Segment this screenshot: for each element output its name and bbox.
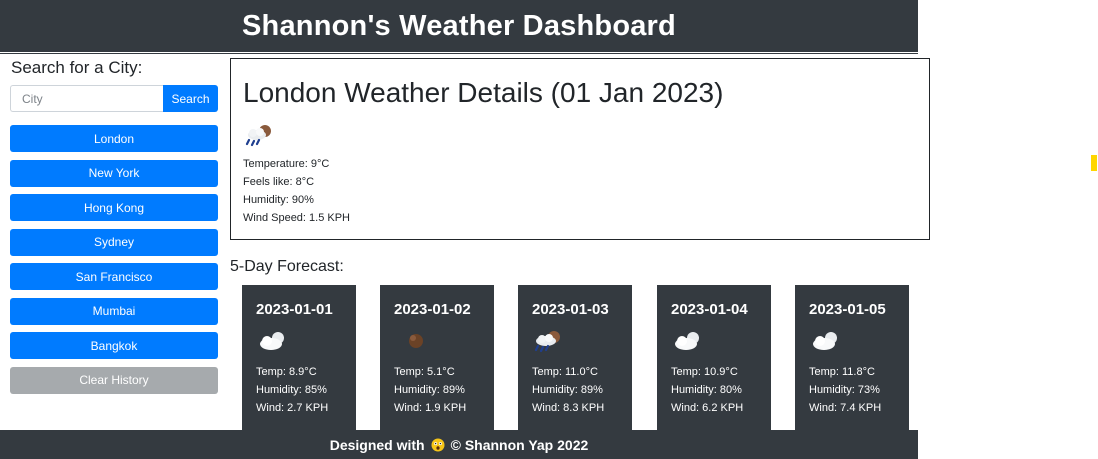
history-button-mumbai[interactable]: Mumbai xyxy=(10,297,218,325)
yellow-marker xyxy=(1091,155,1097,171)
city-search-input[interactable] xyxy=(10,85,163,112)
forecast-date: 2023-01-02 xyxy=(394,301,471,318)
forecast-humidity: Humidity: 85% xyxy=(256,384,327,396)
forecast-date: 2023-01-01 xyxy=(256,301,333,318)
forecast-humidity: Humidity: 89% xyxy=(394,384,465,396)
history-button-sydney[interactable]: Sydney xyxy=(10,228,218,256)
current-weather-panel: London Weather Details (01 Jan 2023) Tem… xyxy=(230,58,930,240)
sidebar: Search for a City: Search London New Yor… xyxy=(10,58,218,401)
current-weather-title: London Weather Details (01 Jan 2023) xyxy=(243,77,724,108)
history-button-new-york[interactable]: New York xyxy=(10,159,218,187)
feels-like-text: Feels like: 8°C xyxy=(243,176,315,188)
header-divider xyxy=(0,53,918,54)
forecast-wind: Wind: 1.9 KPH xyxy=(394,402,467,414)
forecast-stats: Temp: 8.9°C Humidity: 85% Wind: 2.7 KPH xyxy=(256,363,328,417)
cloud-icon xyxy=(809,329,843,353)
history-button-bangkok[interactable]: Bangkok xyxy=(10,332,218,359)
forecast-date: 2023-01-05 xyxy=(809,301,886,318)
forecast-humidity: Humidity: 73% xyxy=(809,384,880,396)
forecast-date: 2023-01-03 xyxy=(532,301,609,318)
forecast-heading: 5-Day Forecast: xyxy=(230,258,344,275)
forecast-temp: Temp: 8.9°C xyxy=(256,366,317,378)
search-form: Search xyxy=(10,85,218,112)
forecast-temp: Temp: 5.1°C xyxy=(394,366,455,378)
cloud-icon xyxy=(671,329,705,353)
forecast-card: 2023-01-05 Temp: 11.8°C Humidity: 73% Wi… xyxy=(795,285,909,430)
forecast-stats: Temp: 11.8°C Humidity: 73% Wind: 7.4 KPH xyxy=(809,363,881,417)
search-button[interactable]: Search xyxy=(163,85,218,112)
forecast-card: 2023-01-03 Temp: 11.0°C Humidity: 89% Wi… xyxy=(518,285,632,430)
brown-cloud-icon xyxy=(394,329,428,353)
rain-cloud-icon xyxy=(532,329,566,353)
rain-cloud-icon xyxy=(243,123,277,149)
footer-prefix: Designed with xyxy=(329,436,425,453)
forecast-humidity: Humidity: 89% xyxy=(532,384,603,396)
forecast-humidity: Humidity: 80% xyxy=(671,384,742,396)
forecast-stats: Temp: 10.9°C Humidity: 80% Wind: 6.2 KPH xyxy=(671,363,743,417)
forecast-stats: Temp: 5.1°C Humidity: 89% Wind: 1.9 KPH xyxy=(394,363,466,417)
forecast-wind: Wind: 6.2 KPH xyxy=(671,402,744,414)
forecast-wind: Wind: 2.7 KPH xyxy=(256,402,329,414)
forecast-temp: Temp: 10.9°C xyxy=(671,366,738,378)
wind-speed-text: Wind Speed: 1.5 KPH xyxy=(243,212,351,224)
search-label: Search for a City: xyxy=(11,58,143,77)
forecast-temp: Temp: 11.0°C xyxy=(532,366,598,378)
forecast-temp: Temp: 11.8°C xyxy=(809,366,875,378)
forecast-card: 2023-01-01 Temp: 8.9°C Humidity: 85% Win… xyxy=(242,285,356,430)
app-header: Shannon's Weather Dashboard xyxy=(0,0,918,52)
forecast-wind: Wind: 7.4 KPH xyxy=(809,402,882,414)
footer: Designed with © Shannon Yap 2022 xyxy=(0,430,918,459)
forecast-stats: Temp: 11.0°C Humidity: 89% Wind: 8.3 KPH xyxy=(532,363,604,417)
forecast-card: 2023-01-02 Temp: 5.1°C Humidity: 89% Win… xyxy=(380,285,494,430)
forecast-wind: Wind: 8.3 KPH xyxy=(532,402,605,414)
history-button-san-francisco[interactable]: San Francisco xyxy=(10,263,218,290)
forecast-date: 2023-01-04 xyxy=(671,301,748,318)
current-weather-stats: Temperature: 9°C Feels like: 8°C Humidit… xyxy=(243,155,350,227)
clear-history-button[interactable]: Clear History xyxy=(10,366,218,394)
history-button-hong-kong[interactable]: Hong Kong xyxy=(10,194,218,221)
cloud-icon xyxy=(256,329,290,353)
temperature-text: Temperature: 9°C xyxy=(243,158,330,170)
page-title: Shannon's Weather Dashboard xyxy=(242,9,676,42)
footer-copyright: © Shannon Yap 2022 xyxy=(450,436,589,453)
forecast-card: 2023-01-04 Temp: 10.9°C Humidity: 80% Wi… xyxy=(657,285,771,430)
shocked-face-icon xyxy=(431,438,445,452)
history-button-london[interactable]: London xyxy=(10,125,218,152)
humidity-text: Humidity: 90% xyxy=(243,194,314,206)
